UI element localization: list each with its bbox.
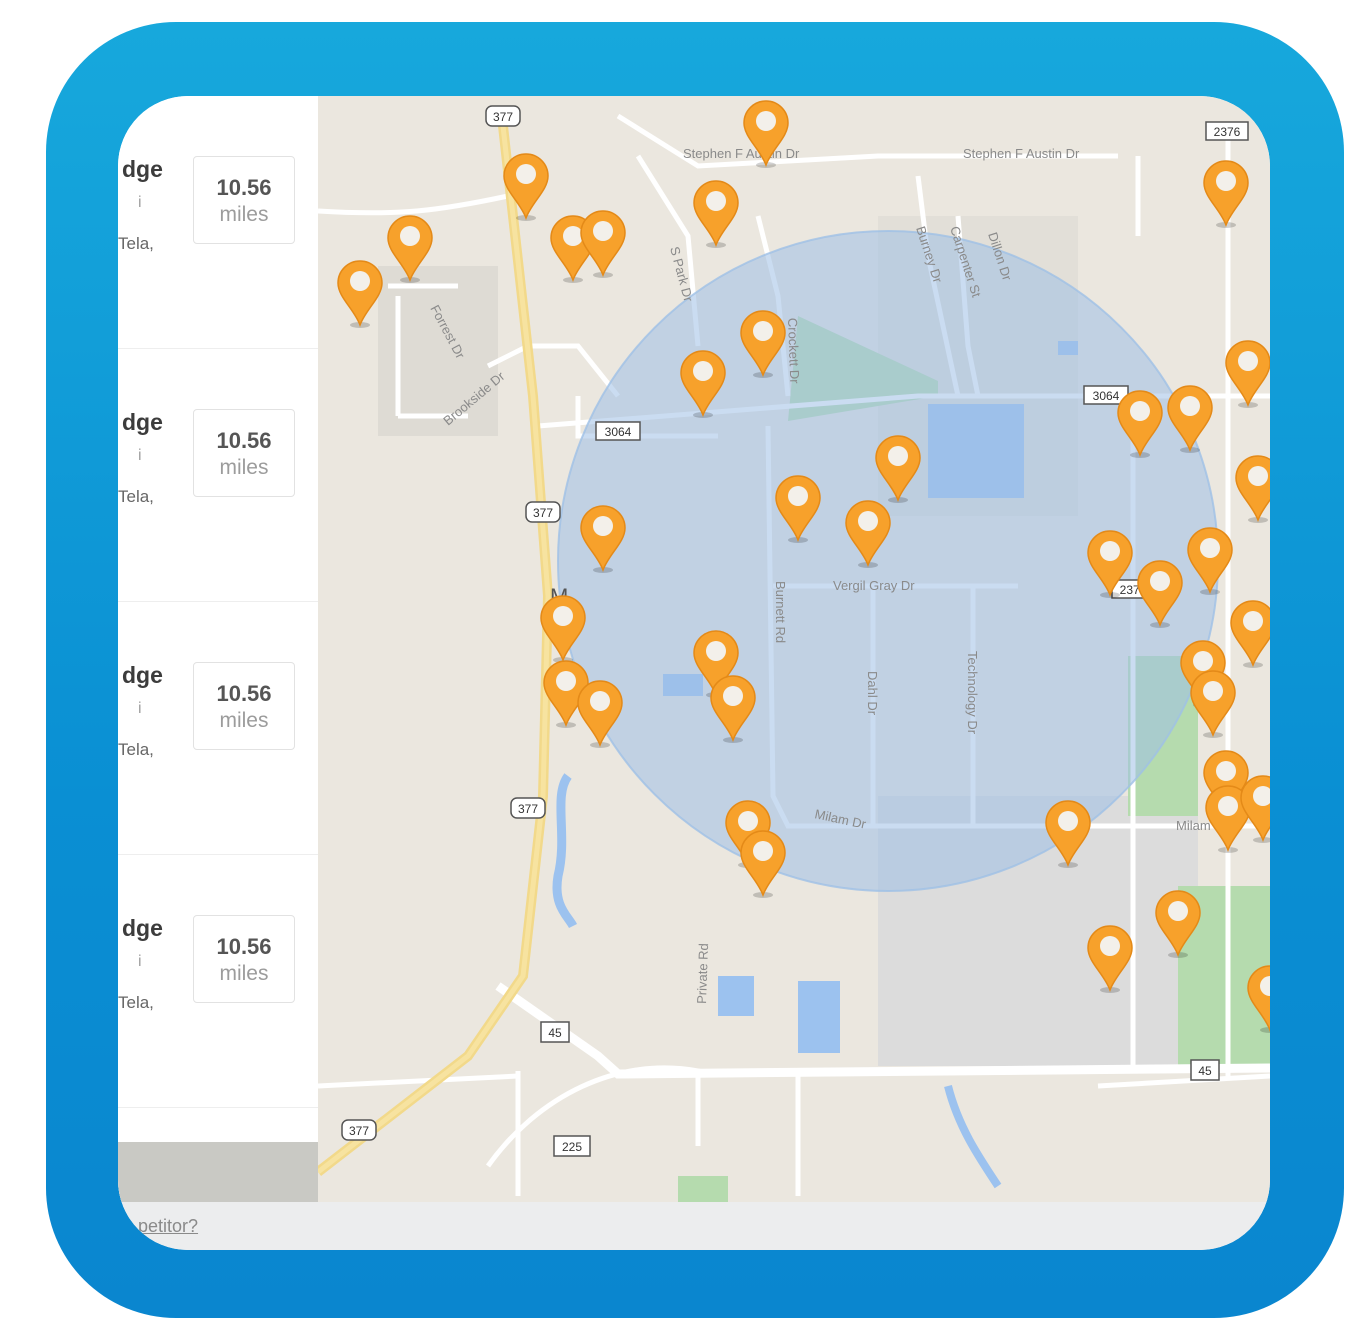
result-address: Tela, [118,234,154,253]
result-info: i [138,953,142,970]
svg-text:377: 377 [493,110,513,124]
creek [944,1085,1002,1189]
panel-footer [118,1142,318,1202]
route-shield: 377 [341,1119,377,1141]
svg-text:377: 377 [518,802,538,816]
distance-unit: miles [219,203,269,226]
distance-value: 10.56 [216,428,272,453]
result-name: dge [122,156,163,182]
svg-text:377: 377 [533,506,553,520]
distance-unit: miles [219,709,269,732]
road-label: Burnett Rd [773,581,788,643]
distance-badge: 10.56 miles [193,662,295,750]
map-canvas[interactable]: Stephen F Austin Dr Stephen F Austin Dr … [318,96,1270,1202]
distance-badge: 10.56 miles [193,409,295,497]
result-address: Tela, [118,993,154,1012]
location-pin[interactable] [1240,775,1270,843]
route-shield: 2376 [1205,121,1249,141]
route-shield: 377 [510,797,546,819]
water-area [798,981,840,1053]
result-name: dge [122,662,163,688]
road-label: Vergil Gray Dr [833,578,915,593]
app-screen: dge i Tela, 10.56 miles dge i Tela, 10.5… [118,96,1270,1250]
water-area [718,976,754,1016]
result-card[interactable]: dge i Tela, 10.56 miles [118,602,318,855]
route-shield: 377 [525,501,561,523]
distance-value: 10.56 [216,934,272,959]
distance-unit: miles [219,456,269,479]
result-name: dge [122,915,163,941]
result-address: Tela, [118,740,154,759]
svg-text:3064: 3064 [605,425,632,439]
competitor-link[interactable]: petitor? [138,1216,198,1237]
route-shield: 3064 [595,421,641,441]
road-label: Private Rd [694,943,711,1004]
map-view[interactable]: Stephen F Austin Dr Stephen F Austin Dr … [318,96,1270,1202]
result-card[interactable]: dge i Tela, 10.56 miles [118,349,318,602]
road-label: Technology Dr [965,651,980,735]
result-card[interactable]: dge i Tela, 10.56 miles [118,96,318,349]
svg-text:45: 45 [1198,1064,1212,1078]
location-pin[interactable] [740,830,786,898]
distance-value: 10.56 [216,681,272,706]
svg-text:2376: 2376 [1214,125,1241,139]
bottom-strip: petitor? [118,1202,1270,1250]
route-shield: 45 [540,1021,570,1043]
location-pin[interactable] [1230,600,1270,668]
distance-badge: 10.56 miles [193,156,295,244]
location-pin[interactable] [1235,455,1270,523]
svg-text:3064: 3064 [1093,389,1120,403]
result-name: dge [122,409,163,435]
creek [552,773,578,929]
distance-unit: miles [219,962,269,985]
location-pin[interactable] [337,260,383,328]
results-panel: dge i Tela, 10.56 miles dge i Tela, 10.5… [118,96,318,1202]
road-label: Stephen F Austin Dr [683,146,800,161]
route-shield: 45 [1190,1059,1220,1081]
result-card[interactable]: dge i Tela, 10.56 miles [118,855,318,1108]
road-label: Crockett Dr [785,318,802,385]
result-info: i [138,194,142,211]
distance-value: 10.56 [216,175,272,200]
location-pin[interactable] [693,180,739,248]
route-shield: 225 [553,1135,591,1157]
road-label: Stephen F Austin Dr [963,146,1080,161]
result-address: Tela, [118,487,154,506]
result-info: i [138,447,142,464]
location-pin[interactable] [1203,160,1249,228]
location-pin[interactable] [580,210,626,278]
svg-text:225: 225 [562,1140,582,1154]
road-label: Dahl Dr [865,671,880,716]
distance-badge: 10.56 miles [193,915,295,1003]
route-shield: 377 [485,105,521,127]
park-area [678,1176,728,1202]
result-info: i [138,700,142,717]
svg-text:45: 45 [548,1026,562,1040]
svg-text:377: 377 [349,1124,369,1138]
